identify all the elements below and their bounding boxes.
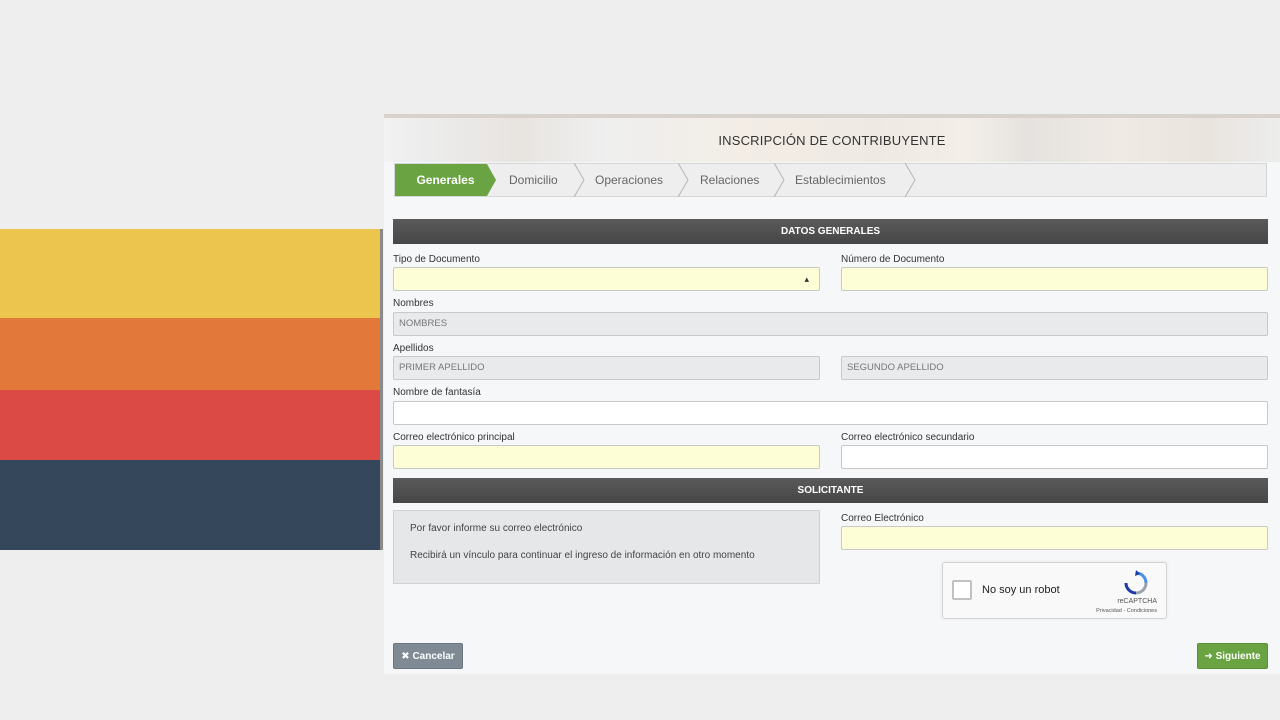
step-separator-icon [573,163,585,197]
decor-stripe-edge [380,229,383,550]
recaptcha-brand: reCAPTCHA [1117,598,1157,605]
step-establecimientos[interactable]: Establecimientos [795,164,886,196]
correo-secundario-input[interactable] [841,445,1268,469]
correo-solicitante-label: Correo Electrónico [841,513,924,524]
nombres-label: Nombres [393,298,434,309]
decor-stripe-red [0,390,382,460]
step-separator-icon [904,163,916,197]
recaptcha-logo-icon [1124,570,1148,595]
step-operaciones[interactable]: Operaciones [595,164,663,196]
primer-apellido-input[interactable]: PRIMER APELLIDO [393,356,820,380]
page-title: INSCRIPCIÓN DE CONTRIBUYENTE [718,133,946,148]
info-line-2: Recibirá un vínculo para continuar el in… [410,550,755,561]
correo-principal-input[interactable] [393,445,820,469]
cancel-button[interactable]: ✖ Cancelar [393,643,463,669]
info-line-1: Por favor informe su correo electrónico [410,523,583,534]
solicitante-info-box: Por favor informe su correo electrónico … [393,510,820,584]
cancel-button-label: Cancelar [412,651,455,662]
wizard-steps: Generales Domicilio Operaciones Relacion… [394,163,1267,197]
arrow-right-icon: ➜ [1204,651,1213,662]
select-arrows-icon: ▴ [804,274,809,284]
decor-stripe-yellow [0,229,382,318]
recaptcha-links[interactable]: Privacidad - Condiciones [1096,608,1157,614]
tipo-documento-select[interactable]: ▴ [393,267,820,291]
tipo-documento-label: Tipo de Documento [393,254,480,265]
apellidos-label: Apellidos [393,343,434,354]
nombre-fantasia-label: Nombre de fantasía [393,387,481,398]
step-separator-icon [773,163,785,197]
recaptcha-widget: No soy un robot reCAPTCHA Privacidad - C… [942,562,1167,619]
step-generales[interactable]: Generales [395,164,496,196]
decor-stripe-navy [0,460,382,550]
recaptcha-checkbox[interactable] [952,580,972,600]
panel-header: INSCRIPCIÓN DE CONTRIBUYENTE [384,114,1280,162]
recaptcha-label: No soy un robot [982,584,1060,596]
correo-secundario-label: Correo electrónico secundario [841,432,975,443]
step-relaciones[interactable]: Relaciones [700,164,759,196]
section-datos-generales: DATOS GENERALES [393,219,1268,244]
step-separator-icon [677,163,689,197]
step-domicilio[interactable]: Domicilio [509,164,558,196]
correo-solicitante-input[interactable] [841,526,1268,550]
registration-panel: INSCRIPCIÓN DE CONTRIBUYENTE Generales D… [384,114,1280,674]
nombre-fantasia-input[interactable] [393,401,1268,425]
segundo-apellido-input[interactable]: SEGUNDO APELLIDO [841,356,1268,380]
next-button-label: Siguiente [1215,651,1261,662]
decor-stripe-orange [0,318,382,390]
numero-documento-input[interactable] [841,267,1268,291]
correo-principal-label: Correo electrónico principal [393,432,515,443]
next-button[interactable]: ➜ Siguiente [1197,643,1268,669]
section-solicitante: SOLICITANTE [393,478,1268,503]
nombres-input[interactable]: NOMBRES [393,312,1268,336]
close-icon: ✖ [401,651,410,662]
numero-documento-label: Número de Documento [841,254,945,265]
